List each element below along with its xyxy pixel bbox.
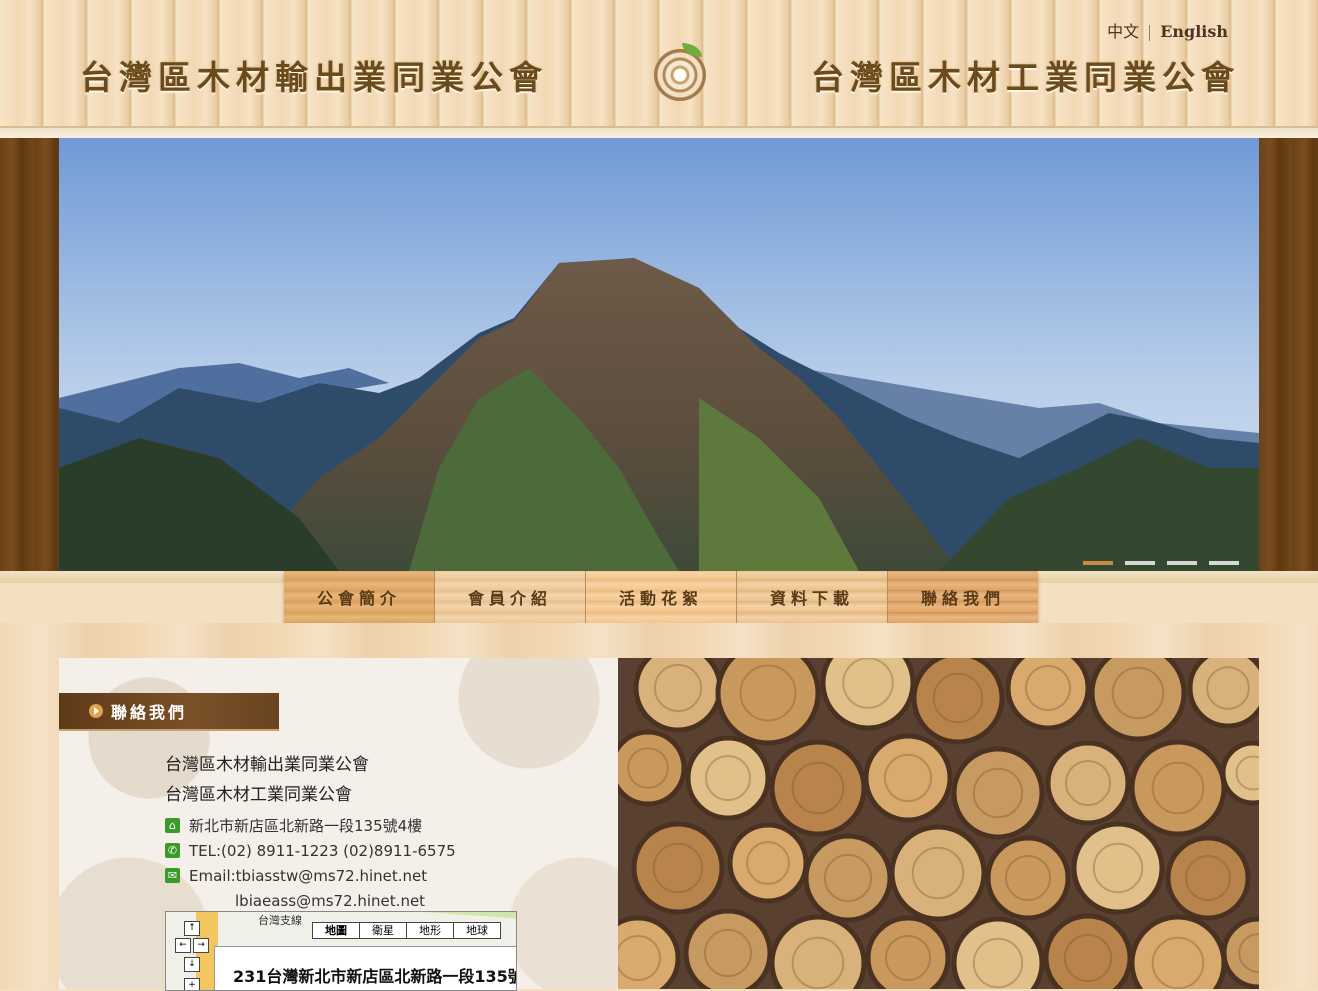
language-switcher: 中文 English — [1097, 18, 1238, 42]
email-row-2: lbiaeass@ms72.hinet.net — [165, 888, 456, 913]
address-text: 新北市新店區北新路一段135號4樓 — [189, 817, 423, 835]
nav-contact[interactable]: 聯絡我們 — [888, 571, 1038, 623]
log-end — [769, 914, 867, 989]
log-end — [1043, 913, 1133, 989]
log-end — [1005, 658, 1091, 731]
main-nav: 公會簡介 會員介紹 活動花絮 資料下載 聯絡我們 — [284, 571, 1038, 623]
log-end — [683, 908, 773, 989]
site-header: 中文 English 台灣區木材輸出業同業公會 台灣區木材工業同業公會 — [0, 0, 1318, 138]
mountain-photo — [59, 138, 1259, 571]
google-map[interactable]: 台灣支線 ↑ ← → ↓ + 地圖 衛星 地形 地球 231台灣新北市新店區北新… — [165, 911, 517, 991]
map-type-satellite[interactable]: 衛星 — [360, 923, 407, 938]
pan-left-icon[interactable]: ← — [175, 938, 191, 953]
log-end — [889, 824, 987, 922]
log-end — [951, 746, 1045, 840]
contact-info: 台灣區木材輸出業同業公會 台灣區木材工業同業公會 ⌂ 新北市新店區北新路一段13… — [165, 753, 456, 913]
log-end — [951, 916, 1045, 989]
pan-right-icon[interactable]: → — [193, 938, 209, 953]
slide-dot[interactable] — [1209, 561, 1239, 565]
map-road-label: 台灣支線 — [258, 914, 302, 927]
map-road — [266, 912, 516, 920]
log-end — [631, 821, 725, 915]
home-icon: ⌂ — [165, 818, 180, 833]
log-end — [769, 739, 867, 837]
log-end — [633, 658, 723, 733]
pan-down-icon[interactable]: ↓ — [184, 957, 200, 972]
log-end — [863, 733, 953, 823]
slide-dot[interactable] — [1167, 561, 1197, 565]
log-end — [911, 658, 1005, 745]
org-name-export: 台灣區木材輸出業同業公會 — [165, 755, 369, 775]
contact-panel: 聯絡我們 台灣區木材輸出業同業公會 台灣區木材工業同業公會 ⌂ 新北市新店區北新… — [59, 658, 618, 991]
banner-frame — [0, 138, 1318, 571]
title-industry-association: 台灣區木材工業同業公會 — [811, 58, 1240, 97]
site-title: 台灣區木材輸出業同業公會 台灣區木材工業同業公會 — [80, 43, 1240, 101]
log-end — [715, 658, 821, 746]
log-end — [685, 735, 771, 821]
wood-ring-logo-icon — [653, 43, 706, 101]
title-export-association: 台灣區木材輸出業同業公會 — [80, 58, 548, 97]
pan-up-icon[interactable]: ↑ — [184, 921, 200, 936]
log-end — [865, 915, 951, 989]
lang-zh-link[interactable]: 中文 — [1097, 18, 1149, 42]
log-end — [727, 822, 809, 904]
org-name-industry: 台灣區木材工業同業公會 — [165, 785, 352, 805]
email-text-2[interactable]: lbiaeass@ms72.hinet.net — [235, 892, 425, 910]
log-end — [1221, 916, 1259, 989]
email-text[interactable]: Email:tbiasstw@ms72.hinet.net — [189, 867, 427, 885]
logs-photo — [618, 658, 1259, 989]
map-type-terrain[interactable]: 地形 — [407, 923, 454, 938]
log-end — [803, 833, 893, 923]
arrow-bullet-icon — [89, 704, 103, 718]
section-title: 聯絡我們 — [111, 703, 188, 722]
tel-text: TEL:(02) 8911-1223 (02)8911-6575 — [189, 841, 456, 860]
slide-indicators — [1083, 561, 1239, 565]
nav-members[interactable]: 會員介紹 — [435, 571, 586, 623]
slide-dot[interactable] — [1125, 561, 1155, 565]
zoom-in-icon[interactable]: + — [184, 978, 200, 990]
nav-downloads[interactable]: 資料下載 — [737, 571, 888, 623]
phone-icon: ✆ — [165, 843, 180, 858]
log-end — [1165, 835, 1251, 921]
tel-row: ✆ TEL:(02) 8911-1223 (02)8911-6575 — [165, 838, 456, 863]
nav-about[interactable]: 公會簡介 — [284, 571, 435, 623]
log-end — [1220, 740, 1259, 806]
nav-activities[interactable]: 活動花絮 — [586, 571, 737, 623]
map-type-earth[interactable]: 地球 — [454, 923, 500, 938]
leaf-icon — [681, 43, 702, 57]
log-end — [820, 658, 916, 731]
map-info-bubble: 231台灣新北市新店區北新路一段135號 — [214, 946, 516, 990]
log-end — [1071, 821, 1165, 915]
section-heading: 聯絡我們 — [59, 693, 279, 731]
map-type-map[interactable]: 地圖 — [313, 923, 360, 938]
log-end — [1045, 740, 1131, 826]
log-end — [985, 835, 1071, 921]
log-end — [1129, 914, 1227, 989]
lang-en-link[interactable]: English — [1150, 22, 1238, 41]
banner-slideshow — [59, 138, 1259, 571]
log-end — [1129, 739, 1227, 837]
map-type-selector: 地圖 衛星 地形 地球 — [312, 922, 501, 939]
stacked-logs-image — [618, 658, 1259, 989]
slide-dot[interactable] — [1083, 561, 1113, 565]
email-row: ✉ Email:tbiasstw@ms72.hinet.net — [165, 863, 456, 888]
address-row: ⌂ 新北市新店區北新路一段135號4樓 — [165, 813, 456, 838]
mail-icon: ✉ — [165, 868, 180, 883]
log-end — [1089, 658, 1187, 742]
